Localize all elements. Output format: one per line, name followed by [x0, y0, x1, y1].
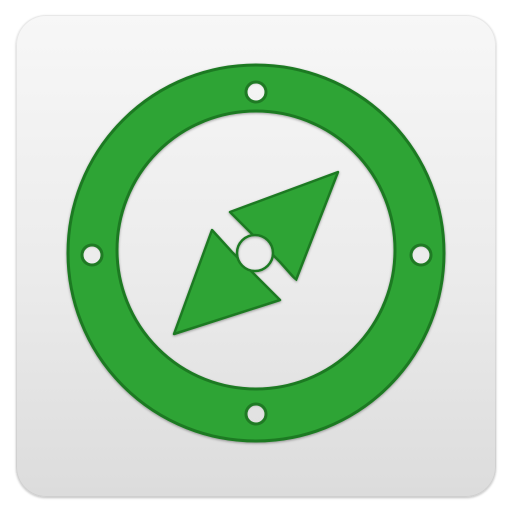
compass-ring [66, 63, 446, 443]
compass-icon [66, 63, 446, 443]
canvas [0, 0, 512, 512]
